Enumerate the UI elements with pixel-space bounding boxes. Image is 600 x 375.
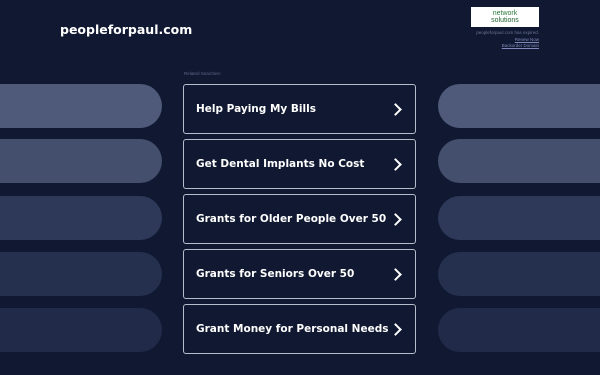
decorative-pill-left-4: [0, 252, 162, 296]
expiry-info: peopleforpaul.com has expired. Renew Now…: [476, 30, 539, 50]
chevron-right-icon: [389, 102, 402, 116]
decorative-pill-left-3: [0, 196, 162, 240]
decorative-pill-right-5: [438, 308, 600, 352]
page: peopleforpaul.com network solutions peop…: [0, 0, 600, 375]
related-link-1[interactable]: Help Paying My Bills: [183, 84, 416, 134]
site-name: peopleforpaul.com: [60, 22, 193, 37]
related-link-label: Get Dental Implants No Cost: [196, 158, 365, 170]
chevron-right-icon: [389, 212, 402, 226]
chevron-right-icon: [389, 267, 402, 281]
decorative-pill-right-2: [438, 139, 600, 183]
network-solutions-logo[interactable]: network solutions: [471, 7, 539, 27]
related-link-label: Grants for Older People Over 50: [196, 213, 387, 225]
decorative-pill-right-1: [438, 84, 600, 128]
decorative-pill-right-4: [438, 252, 600, 296]
related-link-5[interactable]: Grant Money for Personal Needs: [183, 304, 416, 354]
chevron-right-icon: [389, 322, 402, 336]
related-searches-label: Related Searches:: [184, 71, 222, 76]
related-link-4[interactable]: Grants for Seniors Over 50: [183, 249, 416, 299]
related-link-label: Grant Money for Personal Needs: [196, 323, 389, 335]
related-link-label: Help Paying My Bills: [196, 103, 316, 115]
decorative-pill-left-2: [0, 139, 162, 183]
related-link-3[interactable]: Grants for Older People Over 50: [183, 194, 416, 244]
related-link-label: Grants for Seniors Over 50: [196, 268, 355, 280]
brand-line-2: solutions: [491, 17, 519, 24]
decorative-pill-left-1: [0, 84, 162, 128]
chevron-right-icon: [389, 157, 402, 171]
decorative-pill-right-3: [438, 196, 600, 240]
decorative-pill-left-5: [0, 308, 162, 352]
brand-line-1: network: [492, 10, 518, 17]
backorder-domain-link[interactable]: Backorder Domain: [476, 43, 539, 50]
related-link-2[interactable]: Get Dental Implants No Cost: [183, 139, 416, 189]
expiry-text: peopleforpaul.com has expired.: [476, 30, 539, 35]
